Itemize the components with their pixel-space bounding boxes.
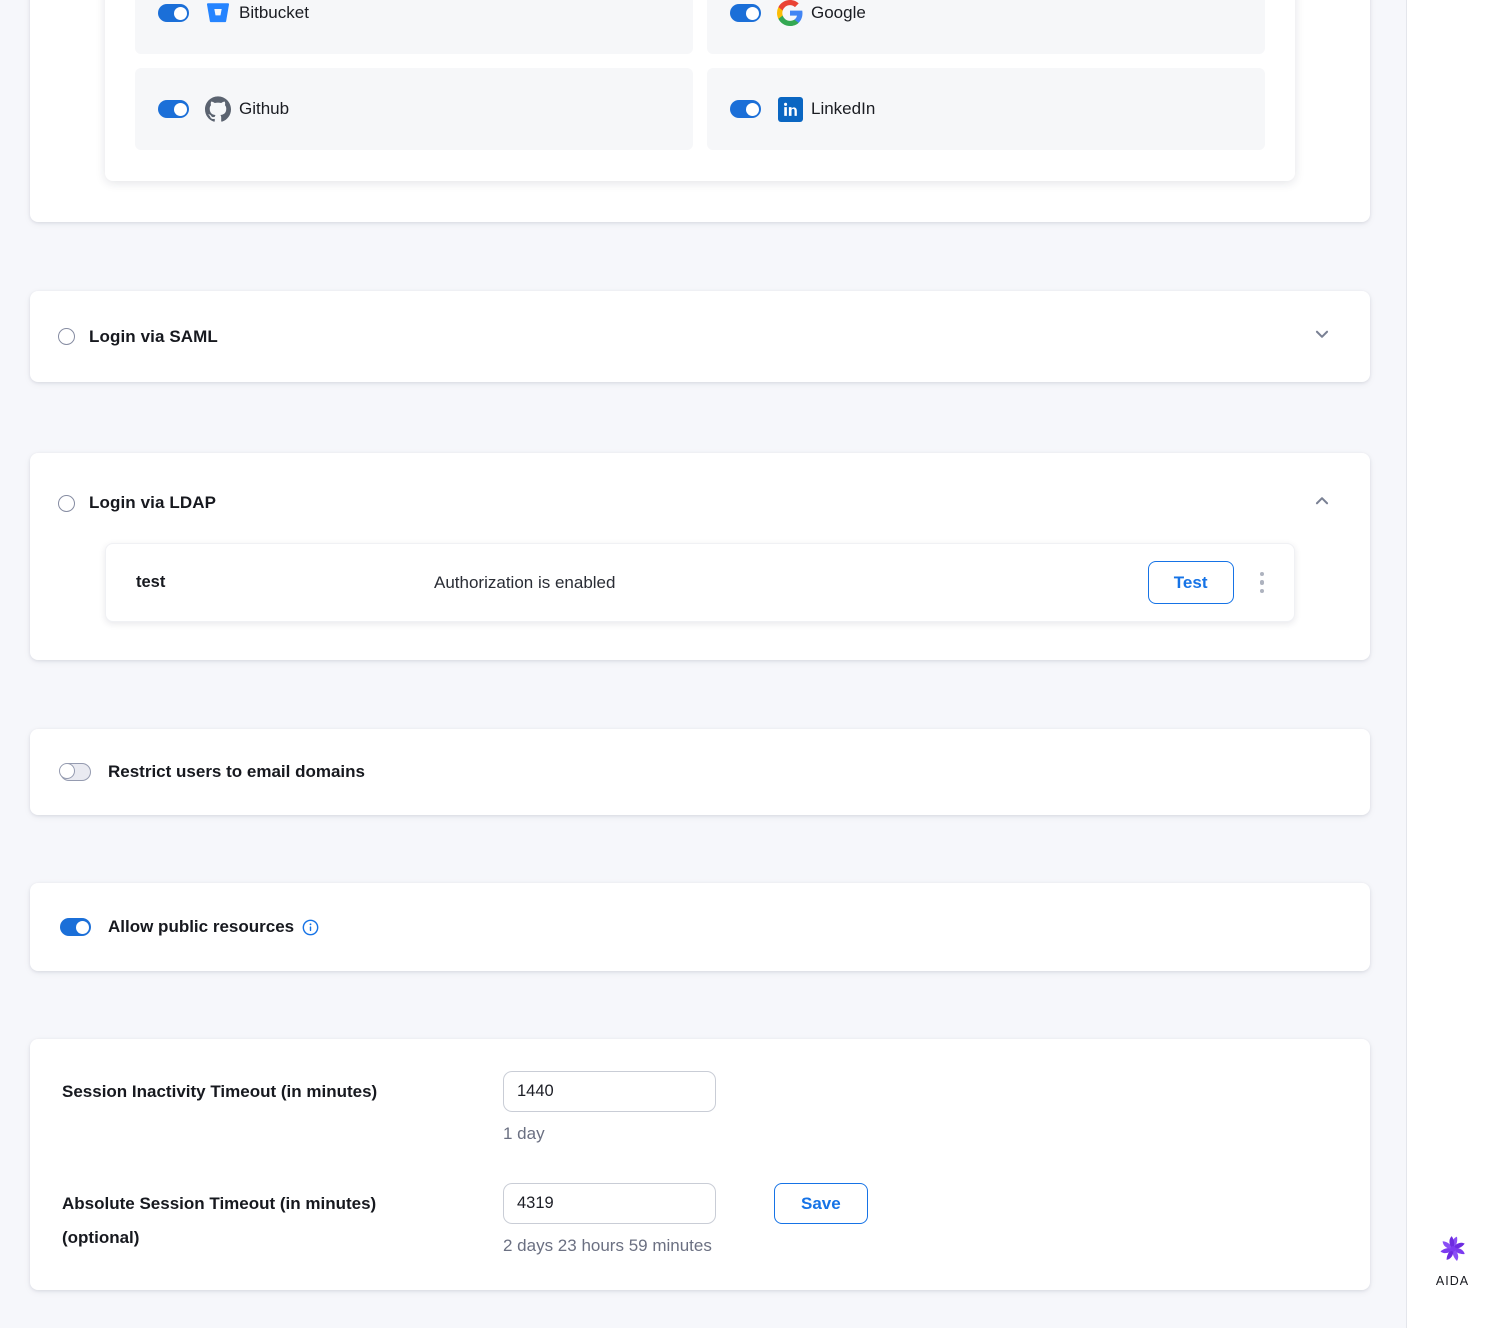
linkedin-icon (777, 96, 803, 122)
google-icon (777, 0, 803, 26)
aida-widget[interactable]: AIDA (1407, 1232, 1498, 1288)
ldap-section: Login via LDAP test Authorization is ena… (30, 453, 1370, 660)
ldap-entry-status: Authorization is enabled (434, 573, 1148, 593)
bitbucket-icon (205, 0, 231, 26)
ldap-radio[interactable] (58, 495, 75, 512)
restrict-domains-label: Restrict users to email domains (108, 762, 365, 782)
provider-row-linkedin: LinkedIn (707, 68, 1265, 150)
ldap-entry-name: test (136, 573, 434, 592)
ldap-header[interactable]: Login via LDAP (30, 453, 1370, 520)
settings-page: Bitbucket Google (0, 0, 1498, 1328)
provider-label: Google (811, 3, 866, 23)
inactivity-timeout-input[interactable] (503, 1071, 716, 1112)
login-providers-card: Bitbucket Google (30, 0, 1370, 222)
provider-label: Bitbucket (239, 3, 309, 23)
aida-label: AIDA (1436, 1274, 1469, 1288)
right-rail: AIDA (1406, 0, 1498, 1328)
github-icon (205, 96, 231, 122)
chevron-down-icon[interactable] (1313, 325, 1331, 348)
chevron-up-icon[interactable] (1313, 492, 1331, 515)
provider-row-github: Github (135, 68, 693, 150)
inactivity-timeout-row: Session Inactivity Timeout (in minutes) … (62, 1071, 1370, 1146)
saml-title: Login via SAML (89, 327, 218, 347)
provider-grid: Bitbucket Google (135, 0, 1265, 150)
absolute-timeout-row: Absolute Session Timeout (in minutes)(op… (62, 1183, 1370, 1258)
ldap-entry-row: test Authorization is enabled Test (105, 543, 1295, 622)
restrict-domains-card: Restrict users to email domains (30, 729, 1370, 815)
saml-section[interactable]: Login via SAML (30, 291, 1370, 382)
provider-row-google: Google (707, 0, 1265, 54)
save-button[interactable]: Save (774, 1183, 868, 1224)
inactivity-timeout-label: Session Inactivity Timeout (in minutes) (62, 1071, 503, 1109)
session-timeout-card: Session Inactivity Timeout (in minutes) … (30, 1039, 1370, 1290)
bitbucket-toggle[interactable] (158, 4, 189, 22)
test-button[interactable]: Test (1148, 561, 1234, 604)
github-toggle[interactable] (158, 100, 189, 118)
info-icon[interactable] (302, 919, 319, 936)
public-resources-card: Allow public resources (30, 883, 1370, 971)
ldap-title: Login via LDAP (89, 493, 216, 513)
kebab-menu-icon[interactable] (1256, 568, 1269, 598)
provider-row-bitbucket: Bitbucket (135, 0, 693, 54)
google-toggle[interactable] (730, 4, 761, 22)
public-resources-toggle[interactable] (60, 918, 91, 936)
login-providers-panel: Bitbucket Google (105, 0, 1295, 181)
restrict-domains-toggle[interactable] (60, 763, 91, 781)
linkedin-toggle[interactable] (730, 100, 761, 118)
absolute-timeout-input[interactable] (503, 1183, 716, 1224)
absolute-timeout-helper: 2 days 23 hours 59 minutes (503, 1234, 716, 1258)
aida-flower-icon (1434, 1232, 1472, 1269)
public-resources-label: Allow public resources (108, 917, 294, 937)
absolute-timeout-label: Absolute Session Timeout (in minutes)(op… (62, 1183, 503, 1255)
provider-label: LinkedIn (811, 99, 875, 119)
saml-radio[interactable] (58, 328, 75, 345)
provider-label: Github (239, 99, 289, 119)
inactivity-timeout-helper: 1 day (503, 1122, 716, 1146)
